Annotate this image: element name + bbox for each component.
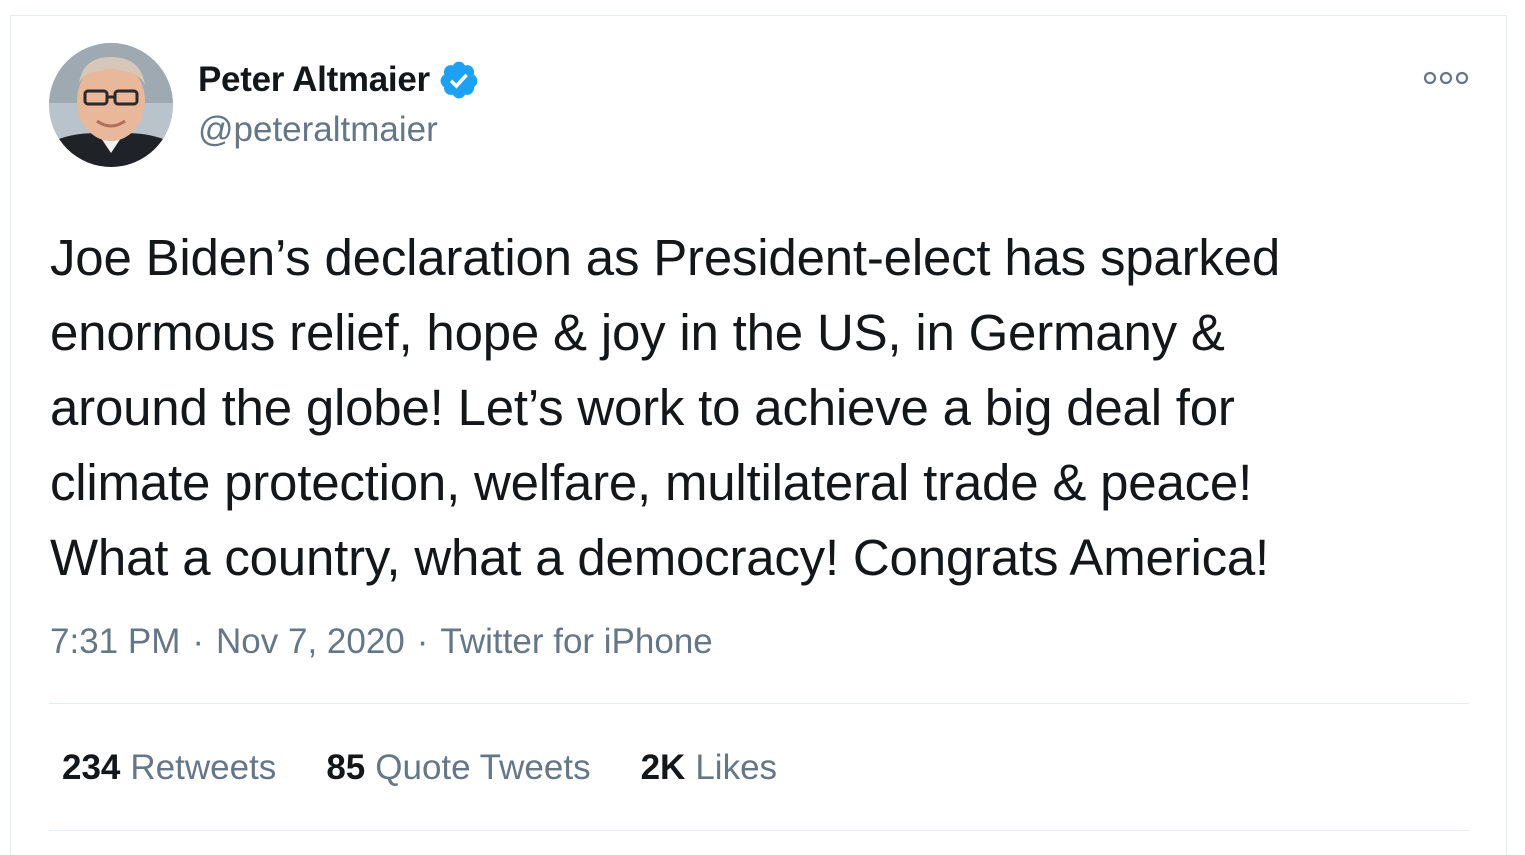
verified-badge-icon xyxy=(438,59,480,101)
more-options-icon[interactable] xyxy=(1423,68,1469,88)
tweet-card: Peter Altmaier @peteraltmaier Joe Biden’… xyxy=(10,15,1507,855)
tweet-stats: 234 Retweets 85 Quote Tweets 2K Likes xyxy=(62,748,827,788)
avatar[interactable] xyxy=(49,43,173,167)
quote-tweets-stat[interactable]: 85 Quote Tweets xyxy=(326,748,590,788)
tweet-time[interactable]: 7:31 PM xyxy=(50,622,180,662)
retweets-count: 234 xyxy=(62,748,121,787)
tweet-source[interactable]: Twitter for iPhone xyxy=(440,622,712,662)
divider xyxy=(49,830,1469,831)
author-handle[interactable]: @peteraltmaier xyxy=(198,110,438,150)
author-display-name[interactable]: Peter Altmaier xyxy=(198,60,430,100)
likes-label: Likes xyxy=(695,748,778,787)
tweet-date[interactable]: Nov 7, 2020 xyxy=(216,622,405,662)
meta-separator: · xyxy=(192,622,205,661)
tweet-text: Joe Biden’s declaration as President-ele… xyxy=(50,229,1280,586)
meta-separator: · xyxy=(416,622,429,661)
quote-tweets-label: Quote Tweets xyxy=(375,748,591,787)
divider xyxy=(49,703,1469,704)
quote-tweets-count: 85 xyxy=(326,748,366,787)
likes-stat[interactable]: 2K Likes xyxy=(641,748,777,788)
author-name-row: Peter Altmaier xyxy=(198,58,480,102)
retweets-label: Retweets xyxy=(130,748,277,787)
retweets-stat[interactable]: 234 Retweets xyxy=(62,748,276,788)
tweet-meta: 7:31 PM · Nov 7, 2020 · Twitter for iPho… xyxy=(50,622,713,662)
likes-count: 2K xyxy=(640,748,686,787)
